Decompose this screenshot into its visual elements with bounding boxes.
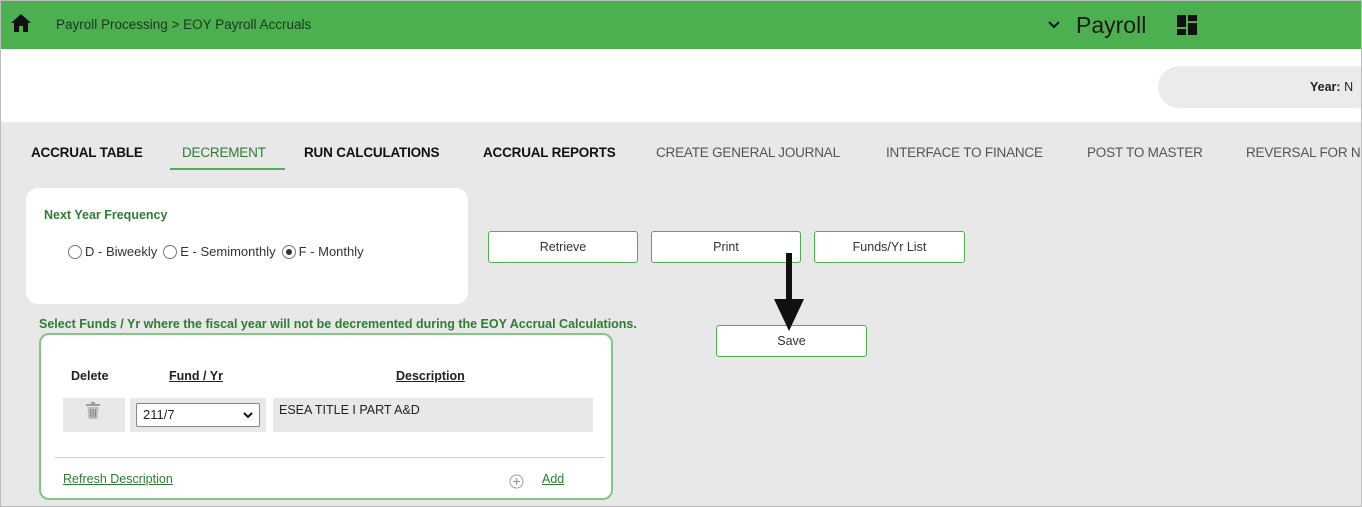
- radio-label: F - Monthly: [298, 244, 364, 259]
- fund-yr-value: 211/7: [143, 407, 175, 422]
- down-arrow-annotation: [774, 253, 804, 331]
- tab-run-calculations[interactable]: RUN CALCULATIONS: [304, 145, 439, 160]
- chevron-down-icon: [243, 412, 253, 419]
- sub-header: Year: N: [1, 49, 1361, 122]
- frequency-title: Next Year Frequency: [44, 208, 168, 222]
- main-content: ACCRUAL TABLE DECREMENT RUN CALCULATIONS…: [1, 122, 1361, 506]
- radio-label: D - Biweekly: [85, 244, 158, 259]
- tab-interface-to-finance[interactable]: INTERFACE TO FINANCE: [886, 145, 1043, 160]
- description-value: ESEA TITLE I PART A&D: [279, 403, 420, 417]
- tab-accrual-reports[interactable]: ACCRUAL REPORTS: [483, 145, 616, 160]
- radio-label: E - Semimonthly: [180, 244, 276, 259]
- funds-panel: Delete Fund / Yr Description 211/7 ESEA …: [39, 333, 613, 500]
- column-header-description[interactable]: Description: [396, 369, 465, 383]
- delete-cell: [63, 398, 125, 432]
- radio-biweekly[interactable]: D - Biweekly: [68, 244, 157, 259]
- fund-yr-select[interactable]: 211/7: [136, 403, 260, 427]
- app-frame: Payroll Processing > EOY Payroll Accrual…: [0, 0, 1362, 507]
- radio-button[interactable]: [163, 244, 178, 259]
- year-label-group: Year: N: [1310, 80, 1353, 94]
- home-icon[interactable]: [10, 13, 32, 33]
- column-header-fund-yr[interactable]: Fund / Yr: [169, 369, 223, 383]
- radio-button[interactable]: [68, 244, 82, 259]
- refresh-description-link[interactable]: Refresh Description: [63, 472, 173, 486]
- frequency-panel: Next Year Frequency D - Biweekly E - Sem…: [26, 188, 468, 304]
- trash-icon[interactable]: [85, 402, 101, 420]
- description-cell: ESEA TITLE I PART A&D: [273, 398, 593, 432]
- tab-create-general-journal[interactable]: CREATE GENERAL JOURNAL: [656, 145, 840, 160]
- tab-post-to-master[interactable]: POST TO MASTER: [1087, 145, 1203, 160]
- active-tab-indicator: [170, 168, 285, 170]
- tab-reversal[interactable]: REVERSAL FOR N: [1246, 145, 1361, 160]
- plus-circle-icon[interactable]: [509, 474, 524, 489]
- tab-bar: ACCRUAL TABLE DECREMENT RUN CALCULATIONS…: [1, 122, 1361, 172]
- year-label: Year:: [1310, 80, 1341, 94]
- frequency-options: D - Biweekly E - Semimonthly F - Monthly: [68, 244, 370, 259]
- retrieve-button[interactable]: Retrieve: [488, 231, 638, 263]
- tab-decrement[interactable]: DECREMENT: [182, 145, 266, 160]
- divider: [55, 457, 605, 458]
- tab-accrual-table[interactable]: ACCRUAL TABLE: [31, 145, 143, 160]
- funds-list-button[interactable]: Funds/Yr List: [814, 231, 965, 263]
- top-bar: Payroll Processing > EOY Payroll Accrual…: [1, 1, 1361, 49]
- radio-semimonthly[interactable]: E - Semimonthly: [163, 244, 276, 259]
- grid-menu-icon[interactable]: [1176, 14, 1198, 36]
- column-header-delete: Delete: [71, 369, 109, 383]
- radio-button-selected[interactable]: [281, 244, 296, 259]
- funds-instruction: Select Funds / Yr where the fiscal year …: [39, 317, 637, 331]
- add-link[interactable]: Add: [542, 472, 564, 486]
- year-selector[interactable]: Year: N: [1158, 66, 1361, 108]
- module-name: Payroll: [1076, 11, 1147, 38]
- module-selector[interactable]: Payroll: [1046, 9, 1146, 41]
- radio-monthly[interactable]: F - Monthly: [281, 244, 364, 259]
- fund-cell: 211/7: [130, 398, 266, 432]
- breadcrumb[interactable]: Payroll Processing > EOY Payroll Accrual…: [56, 17, 311, 32]
- year-value: N: [1344, 80, 1354, 94]
- chevron-down-icon: [1048, 21, 1060, 29]
